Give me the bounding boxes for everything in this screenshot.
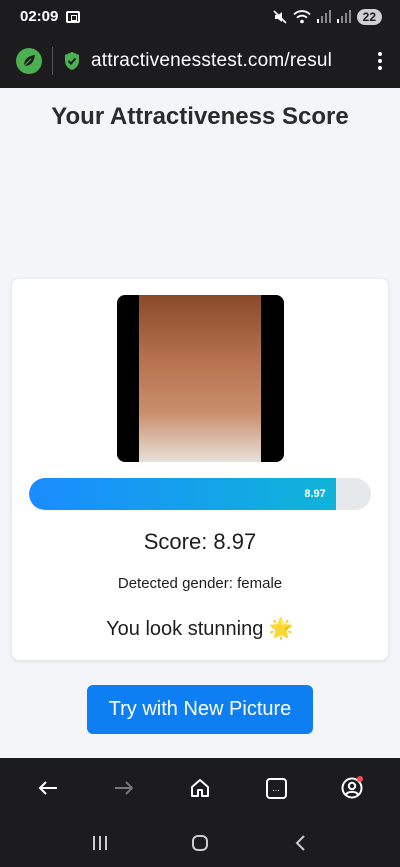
recents-icon [93,835,107,850]
status-time: 02:09 [20,8,59,25]
wifi-icon [292,9,311,23]
mute-icon [273,9,287,24]
tabs-button[interactable]: ... [256,768,296,808]
screenshot-icon [66,10,81,23]
tabs-icon: ... [265,777,287,799]
bar-divider [52,46,53,75]
battery-indicator: 22 [356,8,382,25]
url-field[interactable]: attractivenesstest.com/resul [91,50,353,72]
forward-icon [115,781,134,795]
browser-address-bar: attractivenesstest.com/resul [0,33,400,88]
status-icons: 22 [273,8,382,25]
uploaded-photo [117,295,284,462]
score-progress-fill: 8.97 [29,478,336,510]
try-new-picture-button[interactable]: Try with New Picture [87,685,313,734]
page-title: Your Attractiveness Score [51,103,349,130]
browser-home-button[interactable] [16,47,42,74]
score-progress-bar: 8.97 [29,478,371,510]
signal-icon [336,10,351,23]
progress-label: 8.97 [304,488,326,500]
score-text: Score: 8.97 [143,529,257,554]
more-vert-icon[interactable] [374,51,386,70]
result-card: 8.97 Score: 8.97 Detected gender: female… [12,279,388,660]
home-button[interactable] [180,768,220,808]
home-circle-icon [192,834,208,851]
account-icon [341,776,363,799]
notification-dot [357,776,363,782]
signal-icon [316,10,331,23]
status-bar: 02:09 22 [0,0,400,33]
system-home-button[interactable] [180,823,220,863]
home-icon [191,779,209,797]
system-back-button[interactable] [280,823,320,863]
leaf-icon [23,54,35,66]
back-chevron-icon [295,834,305,851]
system-nav-bar [0,818,400,867]
back-icon [38,781,57,795]
verdict-text: You look stunning 🌟 [106,618,294,640]
face-photo-placeholder [139,295,261,462]
detected-gender-text: Detected gender: female [117,575,283,592]
forward-button[interactable] [104,768,144,808]
browser-toolbar: ... [0,758,400,818]
account-button[interactable] [332,768,372,808]
shield-check-icon[interactable] [63,51,81,71]
recents-button[interactable] [80,823,120,863]
back-button[interactable] [28,768,68,808]
